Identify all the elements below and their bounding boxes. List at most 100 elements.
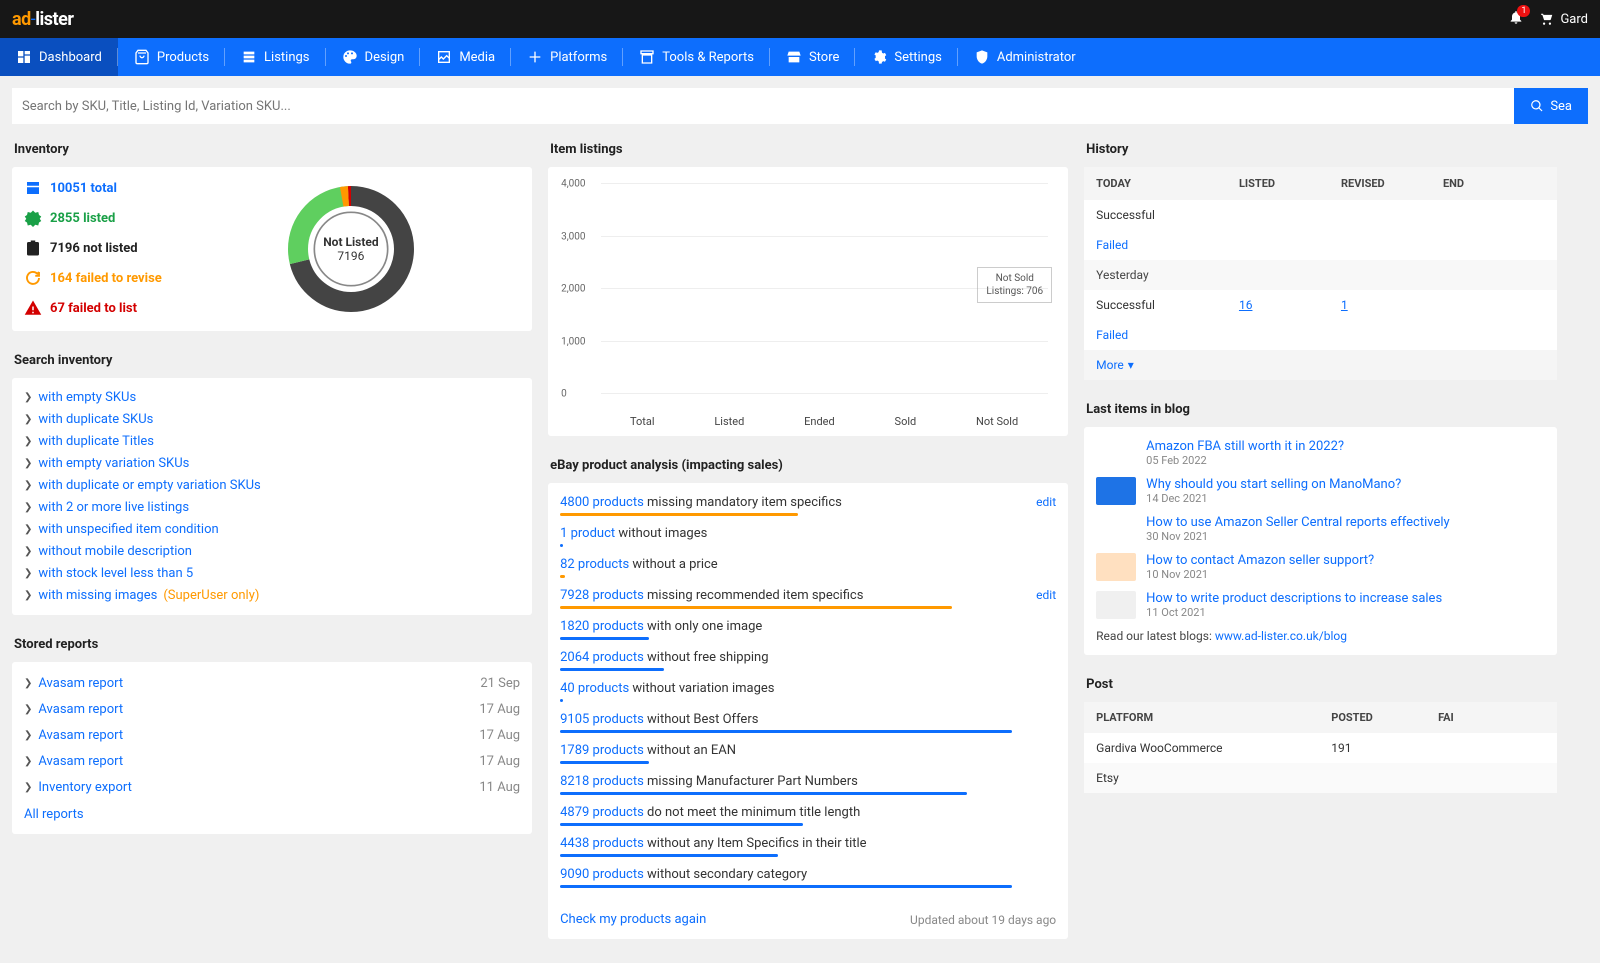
check-products-link[interactable]: Check my products again <box>560 912 706 927</box>
all-reports-link[interactable]: All reports <box>24 807 84 822</box>
chevron-right-icon: ❯ <box>24 704 32 715</box>
ebay-row: 4800 products missing mandatory item spe… <box>560 495 1056 516</box>
blog-item[interactable]: How to use Amazon Seller Central reports… <box>1096 515 1545 543</box>
nav-settings[interactable]: Settings <box>855 38 957 76</box>
search-inventory-item[interactable]: ❯with empty SKUs <box>24 390 520 405</box>
ebay-row: 7928 products missing recommended item s… <box>560 588 1056 609</box>
ebay-row-link[interactable]: 9105 products <box>560 712 644 727</box>
topbar: ad-lister 1 Gard <box>0 0 1600 38</box>
ebay-row-link[interactable]: 4800 products <box>560 495 644 510</box>
ebay-row-link[interactable]: 4879 products <box>560 805 644 820</box>
ebay-edit[interactable]: edit <box>1036 495 1056 509</box>
nav-dashboard[interactable]: Dashboard <box>0 38 118 76</box>
stored-report-row[interactable]: ❯Avasam report17 Aug <box>24 726 520 745</box>
chevron-right-icon: ❯ <box>24 414 32 425</box>
post-card: PLATFORM POSTED FAI Gardiva WooCommerce1… <box>1084 702 1557 793</box>
chevron-right-icon: ❯ <box>24 782 32 793</box>
ebay-row: 9090 products without secondary category <box>560 867 1056 888</box>
blog-thumb <box>1096 515 1136 543</box>
inventory-donut: Not Listed7196 <box>281 179 421 319</box>
ebay-edit[interactable]: edit <box>1036 588 1056 602</box>
ebay-row-link[interactable]: 4438 products <box>560 836 644 851</box>
chevron-down-icon: ▾ <box>1128 358 1134 372</box>
stored-report-row[interactable]: ❯Avasam report17 Aug <box>24 700 520 719</box>
search-inventory-item[interactable]: ❯with unspecified item condition <box>24 522 520 537</box>
stored-reports-card: ❯Avasam report21 Sep ❯Avasam report17 Aug… <box>12 662 532 834</box>
bell-icon[interactable]: 1 <box>1508 9 1524 29</box>
ebay-row-link[interactable]: 7928 products <box>560 588 644 603</box>
ebay-row: 1820 products with only one image <box>560 619 1056 640</box>
inv-failed-list[interactable]: 67 failed to list <box>24 299 162 317</box>
ebay-row-link[interactable]: 1789 products <box>560 743 644 758</box>
search-inventory-item[interactable]: ❯with stock level less than 5 <box>24 566 520 581</box>
navbar: Dashboard Products Listings Design Media… <box>0 38 1600 76</box>
inventory-card: 10051 total 2855 listed 7196 not listed … <box>12 167 532 331</box>
ebay-row: 9105 products without Best Offers <box>560 712 1056 733</box>
chevron-right-icon: ❯ <box>24 458 32 469</box>
inventory-title: Inventory <box>14 142 532 157</box>
chevron-right-icon: ❯ <box>24 756 32 767</box>
ebay-row-link[interactable]: 82 products <box>560 557 629 572</box>
ebay-row: 40 products without variation images <box>560 681 1056 702</box>
nav-media[interactable]: Media <box>420 38 511 76</box>
blog-link[interactable]: www.ad-lister.co.uk/blog <box>1215 629 1347 643</box>
alert-icon <box>24 299 42 317</box>
search-inventory-item[interactable]: ❯with duplicate Titles <box>24 434 520 449</box>
search-inventory-item[interactable]: ❯with 2 or more live listings <box>24 500 520 515</box>
search-inventory-item[interactable]: ❯with empty variation SKUs <box>24 456 520 471</box>
search-icon <box>1530 99 1544 113</box>
nav-admin[interactable]: Administrator <box>958 38 1092 76</box>
blog-title: Last items in blog <box>1086 402 1557 417</box>
nav-listings[interactable]: Listings <box>225 38 325 76</box>
history-title: History <box>1086 142 1557 157</box>
search-input[interactable] <box>12 88 1514 124</box>
search-button[interactable]: Sea <box>1514 88 1588 124</box>
notification-badge: 1 <box>1517 5 1530 17</box>
blog-item[interactable]: Why should you start selling on ManoMano… <box>1096 477 1545 505</box>
ebay-row-link[interactable]: 1820 products <box>560 619 644 634</box>
item-listings-title: Item listings <box>550 142 1068 157</box>
nav-platforms[interactable]: Platforms <box>511 38 623 76</box>
ebay-row-link[interactable]: 9090 products <box>560 867 644 882</box>
nav-store[interactable]: Store <box>770 38 855 76</box>
stored-report-row[interactable]: ❯Avasam report21 Sep <box>24 674 520 693</box>
inv-not-listed[interactable]: 7196 not listed <box>24 239 162 257</box>
nav-products[interactable]: Products <box>118 38 225 76</box>
history-row: Successful161 <box>1084 290 1557 320</box>
ebay-row-link[interactable]: 2064 products <box>560 650 644 665</box>
history-card: TODAY LISTED REVISED END SuccessfulFaile… <box>1084 167 1557 380</box>
ebay-row: 8218 products missing Manufacturer Part … <box>560 774 1056 795</box>
chart-x-label: Total <box>630 415 655 428</box>
search-inventory-item[interactable]: ❯without mobile description <box>24 544 520 559</box>
cart-icon <box>1540 12 1554 26</box>
logo-ad: ad <box>12 9 31 30</box>
search-inventory-item[interactable]: ❯with duplicate SKUs <box>24 412 520 427</box>
stored-report-row[interactable]: ❯Avasam report17 Aug <box>24 752 520 771</box>
chevron-right-icon: ❯ <box>24 392 32 403</box>
ebay-row-link[interactable]: 1 product <box>560 526 615 541</box>
chart-x-label: Listed <box>714 415 744 428</box>
ebay-row: 82 products without a price <box>560 557 1056 578</box>
logo[interactable]: ad-lister <box>12 9 73 30</box>
stored-report-row[interactable]: ❯Inventory export11 Aug <box>24 778 520 797</box>
search-inventory-item[interactable]: ❯with missing images (SuperUser only) <box>24 588 520 603</box>
post-row: Etsy <box>1084 763 1557 793</box>
chevron-right-icon: ❯ <box>24 436 32 447</box>
chevron-right-icon: ❯ <box>24 546 32 557</box>
blog-thumb <box>1096 553 1136 581</box>
user-menu[interactable]: Gard <box>1540 12 1588 27</box>
blog-item[interactable]: Amazon FBA still worth it in 2022?05 Feb… <box>1096 439 1545 467</box>
nav-design[interactable]: Design <box>326 38 421 76</box>
search-inventory-item[interactable]: ❯with duplicate or empty variation SKUs <box>24 478 520 493</box>
ebay-row-link[interactable]: 8218 products <box>560 774 644 789</box>
ebay-row-link[interactable]: 40 products <box>560 681 629 696</box>
chart-x-label: Ended <box>804 415 835 428</box>
inv-failed-revise[interactable]: 164 failed to revise <box>24 269 162 287</box>
inv-listed[interactable]: 2855 listed <box>24 209 162 227</box>
nav-tools[interactable]: Tools & Reports <box>623 38 770 76</box>
blog-item[interactable]: How to contact Amazon seller support?10 … <box>1096 553 1545 581</box>
inv-total[interactable]: 10051 total <box>24 179 162 197</box>
blog-item[interactable]: How to write product descriptions to inc… <box>1096 591 1545 619</box>
history-more[interactable]: More ▾ <box>1084 350 1557 380</box>
blog-thumb <box>1096 439 1136 467</box>
